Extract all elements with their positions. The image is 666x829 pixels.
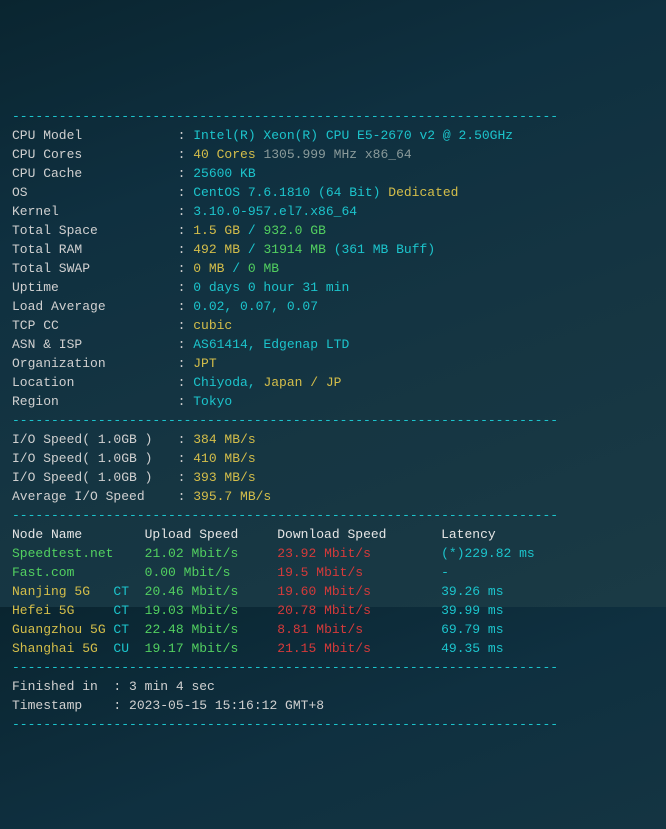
uptime-label: Uptime — [12, 278, 162, 297]
node-name: Shanghai 5G — [12, 641, 113, 656]
space-total: 932.0 GB — [263, 223, 325, 238]
latency: 39.99 ms — [441, 603, 503, 618]
io-speed-2-label: I/O Speed( 1.0GB ) — [12, 449, 162, 468]
tcp-cc-value: cubic — [193, 318, 232, 333]
node-name: Guangzhou 5G — [12, 622, 113, 637]
node-tag — [113, 546, 144, 561]
latency: - — [441, 565, 449, 580]
node-name: Nanjing 5G — [12, 584, 113, 599]
latency: 69.79 ms — [441, 622, 503, 637]
timestamp-value: 2023-05-15 15:16:12 GMT+8 — [129, 698, 324, 713]
latency: 39.26 ms — [441, 584, 503, 599]
ram-buff: (361 MB Buff) — [334, 242, 435, 257]
finished-label: Finished in — [12, 679, 98, 694]
upload-speed: 19.17 Mbit/s — [145, 641, 278, 656]
col-node: Node Name — [12, 527, 145, 542]
download-speed: 20.78 Mbit/s — [277, 603, 441, 618]
cpu-cache-label: CPU Cache — [12, 164, 162, 183]
io-speed-1-value: 384 MB/s — [193, 432, 255, 447]
download-speed: 19.5 Mbit/s — [277, 565, 441, 580]
space-used: 1.5 GB — [193, 223, 240, 238]
load-avg-value: 0.02, 0.07, 0.07 — [193, 299, 318, 314]
os-value: CentOS 7.6.1810 (64 Bit) — [193, 185, 380, 200]
ram-used: 492 MB — [193, 242, 240, 257]
location-label: Location — [12, 373, 162, 392]
io-speed-3-label: I/O Speed( 1.0GB ) — [12, 468, 162, 487]
asn-isp-label: ASN & ISP — [12, 335, 162, 354]
timestamp-label: Timestamp — [12, 698, 82, 713]
region-label: Region — [12, 392, 162, 411]
divider: ----------------------------------------… — [12, 508, 558, 523]
col-latency: Latency — [441, 527, 496, 542]
divider: ----------------------------------------… — [12, 413, 558, 428]
col-download: Download Speed — [277, 527, 441, 542]
node-tag: CU — [113, 641, 144, 656]
divider: ----------------------------------------… — [12, 109, 558, 124]
swap-total: 0 MB — [248, 261, 279, 276]
upload-speed: 21.02 Mbit/s — [145, 546, 278, 561]
total-ram-label: Total RAM — [12, 240, 162, 259]
cpu-cache-value: 25600 KB — [193, 166, 255, 181]
finished-value: 3 min 4 sec — [129, 679, 215, 694]
download-speed: 21.15 Mbit/s — [277, 641, 441, 656]
location-city: Chiyoda, — [193, 375, 255, 390]
io-speed-3-value: 393 MB/s — [193, 470, 255, 485]
total-space-label: Total Space — [12, 221, 162, 240]
cpu-cores-count: 40 Cores — [193, 147, 255, 162]
node-tag: CT — [113, 584, 144, 599]
upload-speed: 22.48 Mbit/s — [145, 622, 278, 637]
region-value: Tokyo — [193, 394, 232, 409]
os-label: OS — [12, 183, 162, 202]
node-name: Fast.com — [12, 565, 113, 580]
os-tag: Dedicated — [388, 185, 458, 200]
node-tag: CT — [113, 622, 144, 637]
upload-speed: 19.03 Mbit/s — [145, 603, 278, 618]
upload-speed: 20.46 Mbit/s — [145, 584, 278, 599]
org-label: Organization — [12, 354, 162, 373]
location-country: Japan / JP — [263, 375, 341, 390]
node-tag — [113, 565, 144, 580]
load-avg-label: Load Average — [12, 297, 162, 316]
node-name: Hefei 5G — [12, 603, 113, 618]
latency: 49.35 ms — [441, 641, 503, 656]
ram-total: 31914 MB — [263, 242, 325, 257]
speedtest-table: Node Name Upload Speed Download Speed La… — [12, 525, 654, 658]
io-speed-1-label: I/O Speed( 1.0GB ) — [12, 430, 162, 449]
kernel-label: Kernel — [12, 202, 162, 221]
total-swap-label: Total SWAP — [12, 259, 162, 278]
node-name: Speedtest.net — [12, 546, 113, 561]
divider: ----------------------------------------… — [12, 660, 558, 675]
org-value: JPT — [193, 356, 216, 371]
cpu-cores-label: CPU Cores — [12, 145, 162, 164]
col-upload: Upload Speed — [145, 527, 278, 542]
upload-speed: 0.00 Mbit/s — [145, 565, 278, 580]
download-speed: 8.81 Mbit/s — [277, 622, 441, 637]
divider: ----------------------------------------… — [12, 717, 558, 732]
latency: (*)229.82 ms — [441, 546, 535, 561]
asn-isp-value: AS61414, Edgenap LTD — [193, 337, 349, 352]
cpu-model-label: CPU Model — [12, 126, 162, 145]
tcp-cc-label: TCP CC — [12, 316, 162, 335]
swap-used: 0 MB — [193, 261, 224, 276]
system-info-block: ----------------------------------------… — [12, 88, 654, 734]
download-speed: 23.92 Mbit/s — [277, 546, 441, 561]
io-speed-avg-label: Average I/O Speed — [12, 487, 162, 506]
cpu-model-value: Intel(R) Xeon(R) CPU E5-2670 v2 @ 2.50GH… — [193, 128, 513, 143]
kernel-value: 3.10.0-957.el7.x86_64 — [193, 204, 357, 219]
uptime-value: 0 days 0 hour 31 min — [193, 280, 349, 295]
io-speed-avg-value: 395.7 MB/s — [193, 489, 271, 504]
io-speed-2-value: 410 MB/s — [193, 451, 255, 466]
node-tag: CT — [113, 603, 144, 618]
cpu-cores-freq: 1305.999 MHz x86_64 — [263, 147, 411, 162]
download-speed: 19.60 Mbit/s — [277, 584, 441, 599]
